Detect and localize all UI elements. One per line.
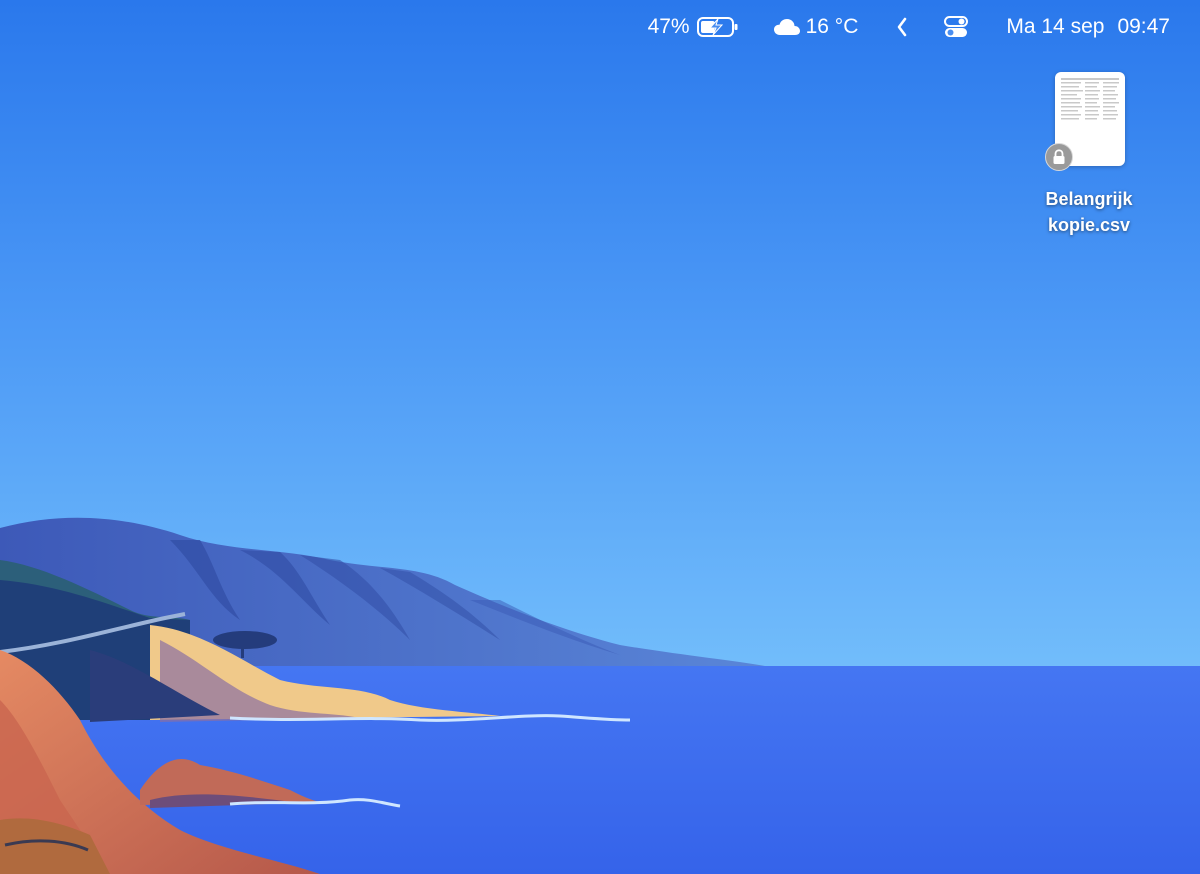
file-name-label[interactable]: Belangrijk kopie.csv [1045, 186, 1132, 238]
csv-document-icon[interactable] [1045, 72, 1125, 171]
file-name-line-2: kopie.csv [1047, 215, 1131, 235]
battery-percent: 47% [647, 15, 690, 38]
menu-bar: 47% 16 °C Ma 14 sep 09:47 [0, 0, 1200, 54]
battery-charging-icon [696, 17, 738, 37]
temperature: 16 °C [805, 15, 859, 38]
cloud-icon [773, 19, 800, 35]
control-center-icon [944, 16, 969, 37]
menu-extras-toggle[interactable] [896, 7, 908, 47]
weather-status[interactable]: 16 °C [773, 7, 859, 47]
wallpaper [0, 0, 1200, 874]
file-name-line-1: Belangrijk [1045, 189, 1133, 209]
menu-date[interactable]: Ma 14 sep [1006, 7, 1104, 47]
menu-time[interactable]: 09:47 [1117, 7, 1170, 47]
chevron-left-icon [898, 17, 907, 37]
lock-icon [1045, 143, 1073, 171]
control-center-button[interactable] [944, 7, 969, 47]
desktop[interactable]: 47% 16 °C Ma 14 sep 09:47 Belangrijk kop… [0, 0, 1200, 874]
battery-status[interactable]: 47% [648, 7, 739, 47]
document-preview [1061, 78, 1119, 120]
desktop-file-csv[interactable]: Belangrijk kopie.csv [1024, 72, 1154, 238]
